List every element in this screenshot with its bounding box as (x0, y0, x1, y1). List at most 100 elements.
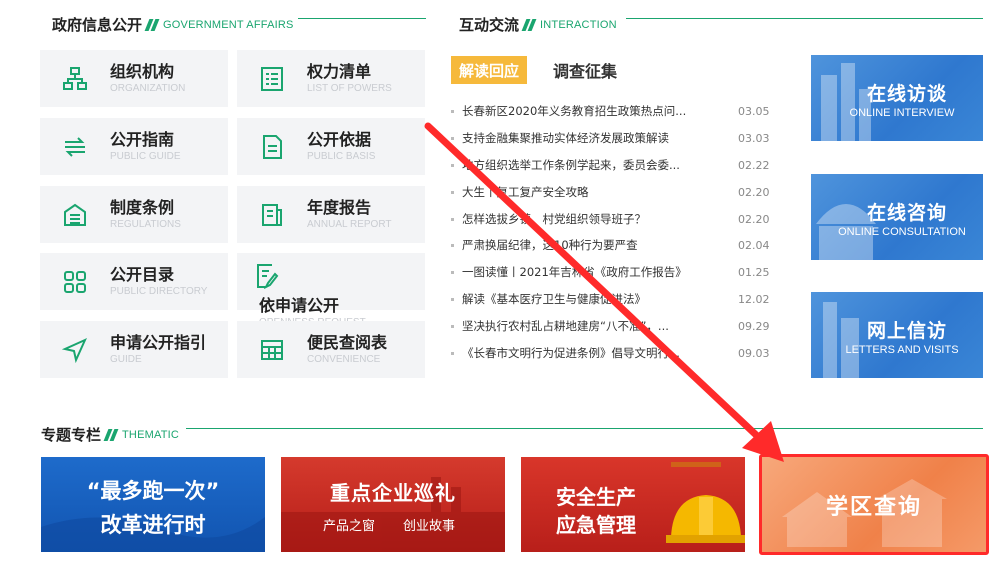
section-slash-icon (521, 18, 537, 31)
news-item[interactable]: 严肃换届纪律，这10种行为要严查 02.04 (451, 236, 771, 254)
banner-subtitle: 改革进行时 (100, 513, 206, 537)
banner-title: “最多跑一次” (86, 479, 220, 503)
news-title: 解读《基本医疗卫生与健康促进法》 (462, 292, 646, 306)
tile-label: 权力清单 (307, 62, 372, 81)
news-item[interactable]: 解读《基本医疗卫生与健康促进法》 12.02 (451, 290, 771, 308)
button-label-en: ONLINE CONSULTATION (838, 226, 966, 238)
banner-subtitle: 应急管理 (556, 513, 636, 537)
news-date: 02.22 (738, 158, 770, 172)
banner-sub-story: 创业故事 (403, 519, 456, 534)
banner-sub-product: 产品之窗 (323, 519, 376, 534)
button-label: 网上信访 (866, 320, 947, 342)
news-item[interactable]: 支持金融集聚推动实体经济发展政策解读 03.03 (451, 129, 771, 147)
news-title: 长春新区2020年义务教育招生政策热点问... (462, 104, 687, 118)
tile-label-en: GUIDE (110, 354, 142, 365)
bullet-icon (451, 190, 454, 194)
tile-annual-report[interactable]: 年度报告 ANNUAL REPORT (237, 186, 425, 243)
tile-label: 便民查阅表 (307, 333, 388, 352)
tile-label-en: ANNUAL REPORT (307, 219, 392, 230)
report-icon (237, 202, 307, 228)
tile-public-guide[interactable]: 公开指南 PUBLIC GUIDE (40, 118, 228, 175)
news-item[interactable]: 地方组织选举工作条例学起来，委员会委... 02.22 (451, 156, 771, 174)
news-item[interactable]: 《长春市文明行为促进条例》倡导文明行... 09.03 (451, 344, 771, 362)
banner-reform[interactable]: “最多跑一次” 改革进行时 (41, 457, 265, 552)
gov-section-line (298, 18, 426, 19)
gov-section-header: 政府信息公开 GOVERNMENT AFFAIRS (52, 14, 294, 35)
news-title: 地方组织选举工作条例学起来，委员会委... (462, 158, 680, 172)
news-item[interactable]: 一图读懂丨2021年吉林省《政府工作报告》 01.25 (451, 263, 771, 281)
bullet-icon (451, 297, 454, 301)
bullet-icon (451, 270, 454, 274)
tile-label-en: LIST OF POWERS (307, 83, 392, 94)
tile-label: 依申请公开 (259, 296, 340, 315)
gov-section-title: 政府信息公开 (52, 16, 143, 34)
tile-label: 制度条例 (110, 198, 175, 217)
thematic-section-line (186, 428, 983, 429)
tile-label-en: ORGANIZATION (110, 83, 186, 94)
tile-regulations[interactable]: 制度条例 REGULATIONS (40, 186, 228, 243)
interaction-section-subtitle: INTERACTION (540, 18, 617, 31)
navigation-icon (40, 337, 110, 363)
news-title: 大生丨复工复产安全攻略 (462, 185, 589, 199)
tile-public-directory[interactable]: 公开目录 PUBLIC DIRECTORY (40, 253, 228, 310)
letters-and-visits-button[interactable]: 网上信访 LETTERS AND VISITS (811, 292, 983, 378)
button-label-en: ONLINE INTERVIEW (849, 107, 955, 119)
tile-list-of-powers[interactable]: 权力清单 LIST OF POWERS (237, 50, 425, 107)
bullet-icon (451, 163, 454, 167)
tile-label-en: CONVENIENCE (307, 354, 381, 365)
edit-document-icon (247, 263, 287, 289)
bullet-icon (451, 109, 454, 113)
news-date: 02.20 (738, 185, 770, 199)
gov-section-subtitle: GOVERNMENT AFFAIRS (163, 18, 294, 31)
banner-school-district-query[interactable]: 学区查询 (762, 457, 986, 552)
news-title: 支持金融集聚推动实体经济发展政策解读 (462, 131, 669, 145)
news-item[interactable]: 长春新区2020年义务教育招生政策热点问... 03.05 (451, 102, 771, 120)
bullet-icon (451, 217, 454, 221)
section-slash-icon (144, 18, 160, 31)
banner-safety-production[interactable]: 安全生产 应急管理 (521, 457, 745, 552)
bullet-icon (451, 351, 454, 355)
news-date: 09.03 (738, 346, 770, 360)
tile-label: 公开指南 (110, 130, 175, 149)
tile-convenience[interactable]: 便民查阅表 CONVENIENCE (237, 321, 425, 378)
news-item[interactable]: 怎样选拔乡镇、村党组织领导班子？ 02.20 (451, 210, 771, 228)
news-date: 03.05 (738, 104, 770, 118)
tab-survey[interactable]: 调查征集 (553, 56, 617, 84)
tile-label-en: PUBLIC DIRECTORY (110, 286, 208, 297)
news-title: 严肃换届纪律，这10种行为要严查 (462, 238, 638, 252)
tile-label-en: PUBLIC GUIDE (110, 151, 181, 162)
thematic-section-header: 专题专栏 THEMATIC (41, 424, 179, 445)
button-label-en: LETTERS AND VISITS (845, 344, 959, 356)
news-item[interactable]: 大生丨复工复产安全攻略 02.20 (451, 183, 771, 201)
tile-label: 公开依据 (307, 130, 372, 149)
interaction-section-title: 互动交流 (459, 16, 520, 34)
tile-apply-guide[interactable]: 申请公开指引 GUIDE (40, 321, 228, 378)
document-icon (237, 134, 307, 160)
online-consultation-button[interactable]: 在线咨询 ONLINE CONSULTATION (811, 174, 983, 260)
button-label: 在线咨询 (866, 202, 947, 224)
banner-title: 安全生产 (556, 485, 636, 509)
thematic-section-subtitle: THEMATIC (122, 428, 180, 441)
grid-icon (40, 269, 110, 295)
news-item[interactable]: 坚决执行农村乱占耕地建房“八不准”，... 09.29 (451, 317, 771, 335)
news-date: 02.20 (738, 212, 770, 226)
banner-key-enterprises[interactable]: 重点企业巡礼 产品之窗 创业故事 (281, 457, 505, 552)
news-date: 03.03 (738, 131, 770, 145)
news-title: 一图读懂丨2021年吉林省《政府工作报告》 (462, 265, 687, 279)
org-chart-icon (40, 66, 110, 92)
tile-organization[interactable]: 组织机构 ORGANIZATION (40, 50, 228, 107)
online-interview-button[interactable]: 在线访谈 ONLINE INTERVIEW (811, 55, 983, 141)
tab-interpretation[interactable]: 解读回应 (451, 56, 527, 84)
thematic-section-title: 专题专栏 (41, 426, 102, 444)
interaction-section-header: 互动交流 INTERACTION (459, 14, 617, 35)
tile-openness-request[interactable]: 依申请公开OPENNESS REQUEST (237, 253, 425, 322)
news-title: 坚决执行农村乱占耕地建房“八不准”，... (462, 319, 669, 333)
bullet-icon (451, 243, 454, 247)
table-icon (237, 338, 307, 362)
tile-label-en: PUBLIC BASIS (307, 151, 376, 162)
news-title: 怎样选拔乡镇、村党组织领导班子？ (462, 212, 646, 226)
section-slash-icon (103, 428, 119, 441)
button-label: 在线访谈 (866, 83, 947, 105)
tile-public-basis[interactable]: 公开依据 PUBLIC BASIS (237, 118, 425, 175)
tile-label-en: REGULATIONS (110, 219, 181, 230)
